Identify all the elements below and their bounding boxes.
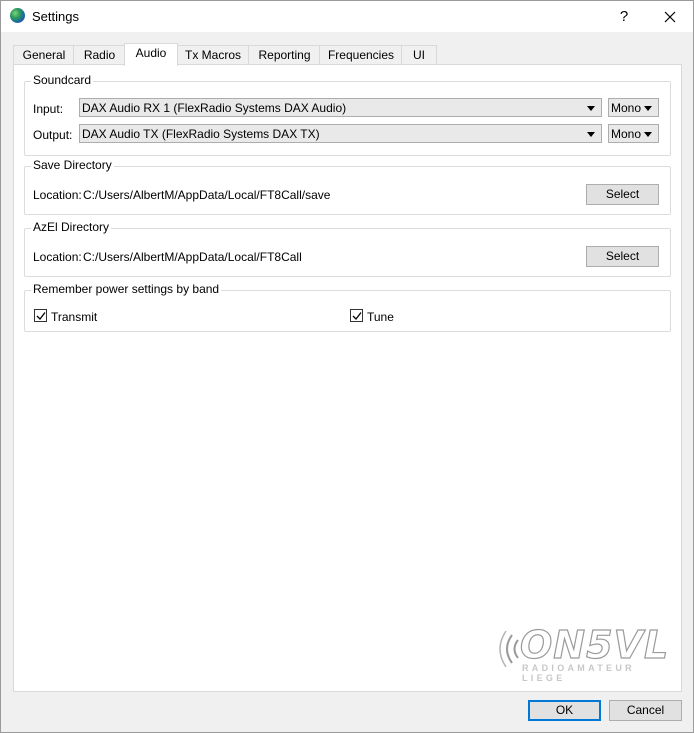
tab-general[interactable]: General — [13, 45, 75, 65]
checkmark-icon — [36, 312, 46, 320]
output-label: Output: — [33, 128, 73, 142]
save-directory-select-button[interactable]: Select — [586, 184, 659, 205]
save-location-path: C:/Users/AlbertM/AppData/Local/FT8Call/s… — [83, 188, 331, 202]
app-globe-icon — [10, 8, 25, 23]
input-channel-select[interactable]: Mono — [608, 98, 659, 117]
on5vl-watermark-logo: ON5VL RADIOAMATEUR LIEGE — [498, 622, 673, 683]
tab-reporting[interactable]: Reporting — [248, 45, 321, 65]
chevron-down-icon — [644, 106, 652, 111]
close-icon — [664, 11, 676, 22]
transmit-checkbox[interactable] — [34, 309, 47, 322]
tab-radio[interactable]: Radio — [73, 45, 126, 65]
azel-location-path: C:/Users/AlbertM/AppData/Local/FT8Call — [83, 250, 302, 264]
tab-audio[interactable]: Audio — [124, 43, 178, 66]
tab-frequencies[interactable]: Frequencies — [319, 45, 403, 65]
settings-window: Settings ? General Radio Audio Tx Macros… — [0, 0, 694, 733]
azel-location-label: Location: — [33, 250, 82, 264]
power-settings-group: Remember power settings by band Transmit… — [24, 282, 671, 332]
watermark-sub-text: RADIOAMATEUR LIEGE — [522, 663, 635, 683]
soundcard-group-title: Soundcard — [31, 73, 94, 87]
chevron-down-icon — [587, 132, 595, 137]
audio-tab-panel: Soundcard Input: DAX Audio RX 1 (FlexRad… — [13, 64, 682, 692]
soundcard-group: Soundcard Input: DAX Audio RX 1 (FlexRad… — [24, 73, 671, 156]
radio-waves-icon — [499, 631, 519, 667]
azel-directory-select-button[interactable]: Select — [586, 246, 659, 267]
power-settings-group-title: Remember power settings by band — [31, 282, 222, 296]
ok-button[interactable]: OK — [528, 700, 601, 721]
output-channel-select[interactable]: Mono — [608, 124, 659, 143]
watermark-main-text: ON5VL — [519, 622, 670, 667]
save-directory-group-title: Save Directory — [31, 158, 114, 172]
save-directory-group: Save Directory Location: C:/Users/Albert… — [24, 158, 671, 215]
output-channel-value: Mono — [611, 127, 642, 141]
output-device-value: DAX Audio TX (FlexRadio Systems DAX TX) — [82, 127, 320, 141]
tab-ui[interactable]: UI — [401, 45, 437, 65]
checkmark-icon — [352, 312, 362, 320]
output-device-select[interactable]: DAX Audio TX (FlexRadio Systems DAX TX) — [79, 124, 602, 143]
tab-tx-macros[interactable]: Tx Macros — [176, 45, 250, 65]
tune-checkbox[interactable] — [350, 309, 363, 322]
save-location-label: Location: — [33, 188, 82, 202]
azel-directory-group-title: AzEl Directory — [31, 220, 112, 234]
close-button[interactable] — [647, 1, 693, 32]
input-device-value: DAX Audio RX 1 (FlexRadio Systems DAX Au… — [82, 101, 347, 115]
window-title: Settings — [32, 9, 79, 24]
transmit-label[interactable]: Transmit — [51, 310, 97, 324]
chevron-down-icon — [587, 106, 595, 111]
input-device-select[interactable]: DAX Audio RX 1 (FlexRadio Systems DAX Au… — [79, 98, 602, 117]
title-bar: Settings ? — [1, 1, 693, 32]
input-channel-value: Mono — [611, 101, 642, 115]
input-label: Input: — [33, 102, 64, 116]
tune-label[interactable]: Tune — [367, 310, 394, 324]
cancel-button[interactable]: Cancel — [609, 700, 682, 721]
azel-directory-group: AzEl Directory Location: C:/Users/Albert… — [24, 220, 671, 277]
help-button[interactable]: ? — [601, 1, 647, 32]
chevron-down-icon — [644, 132, 652, 137]
